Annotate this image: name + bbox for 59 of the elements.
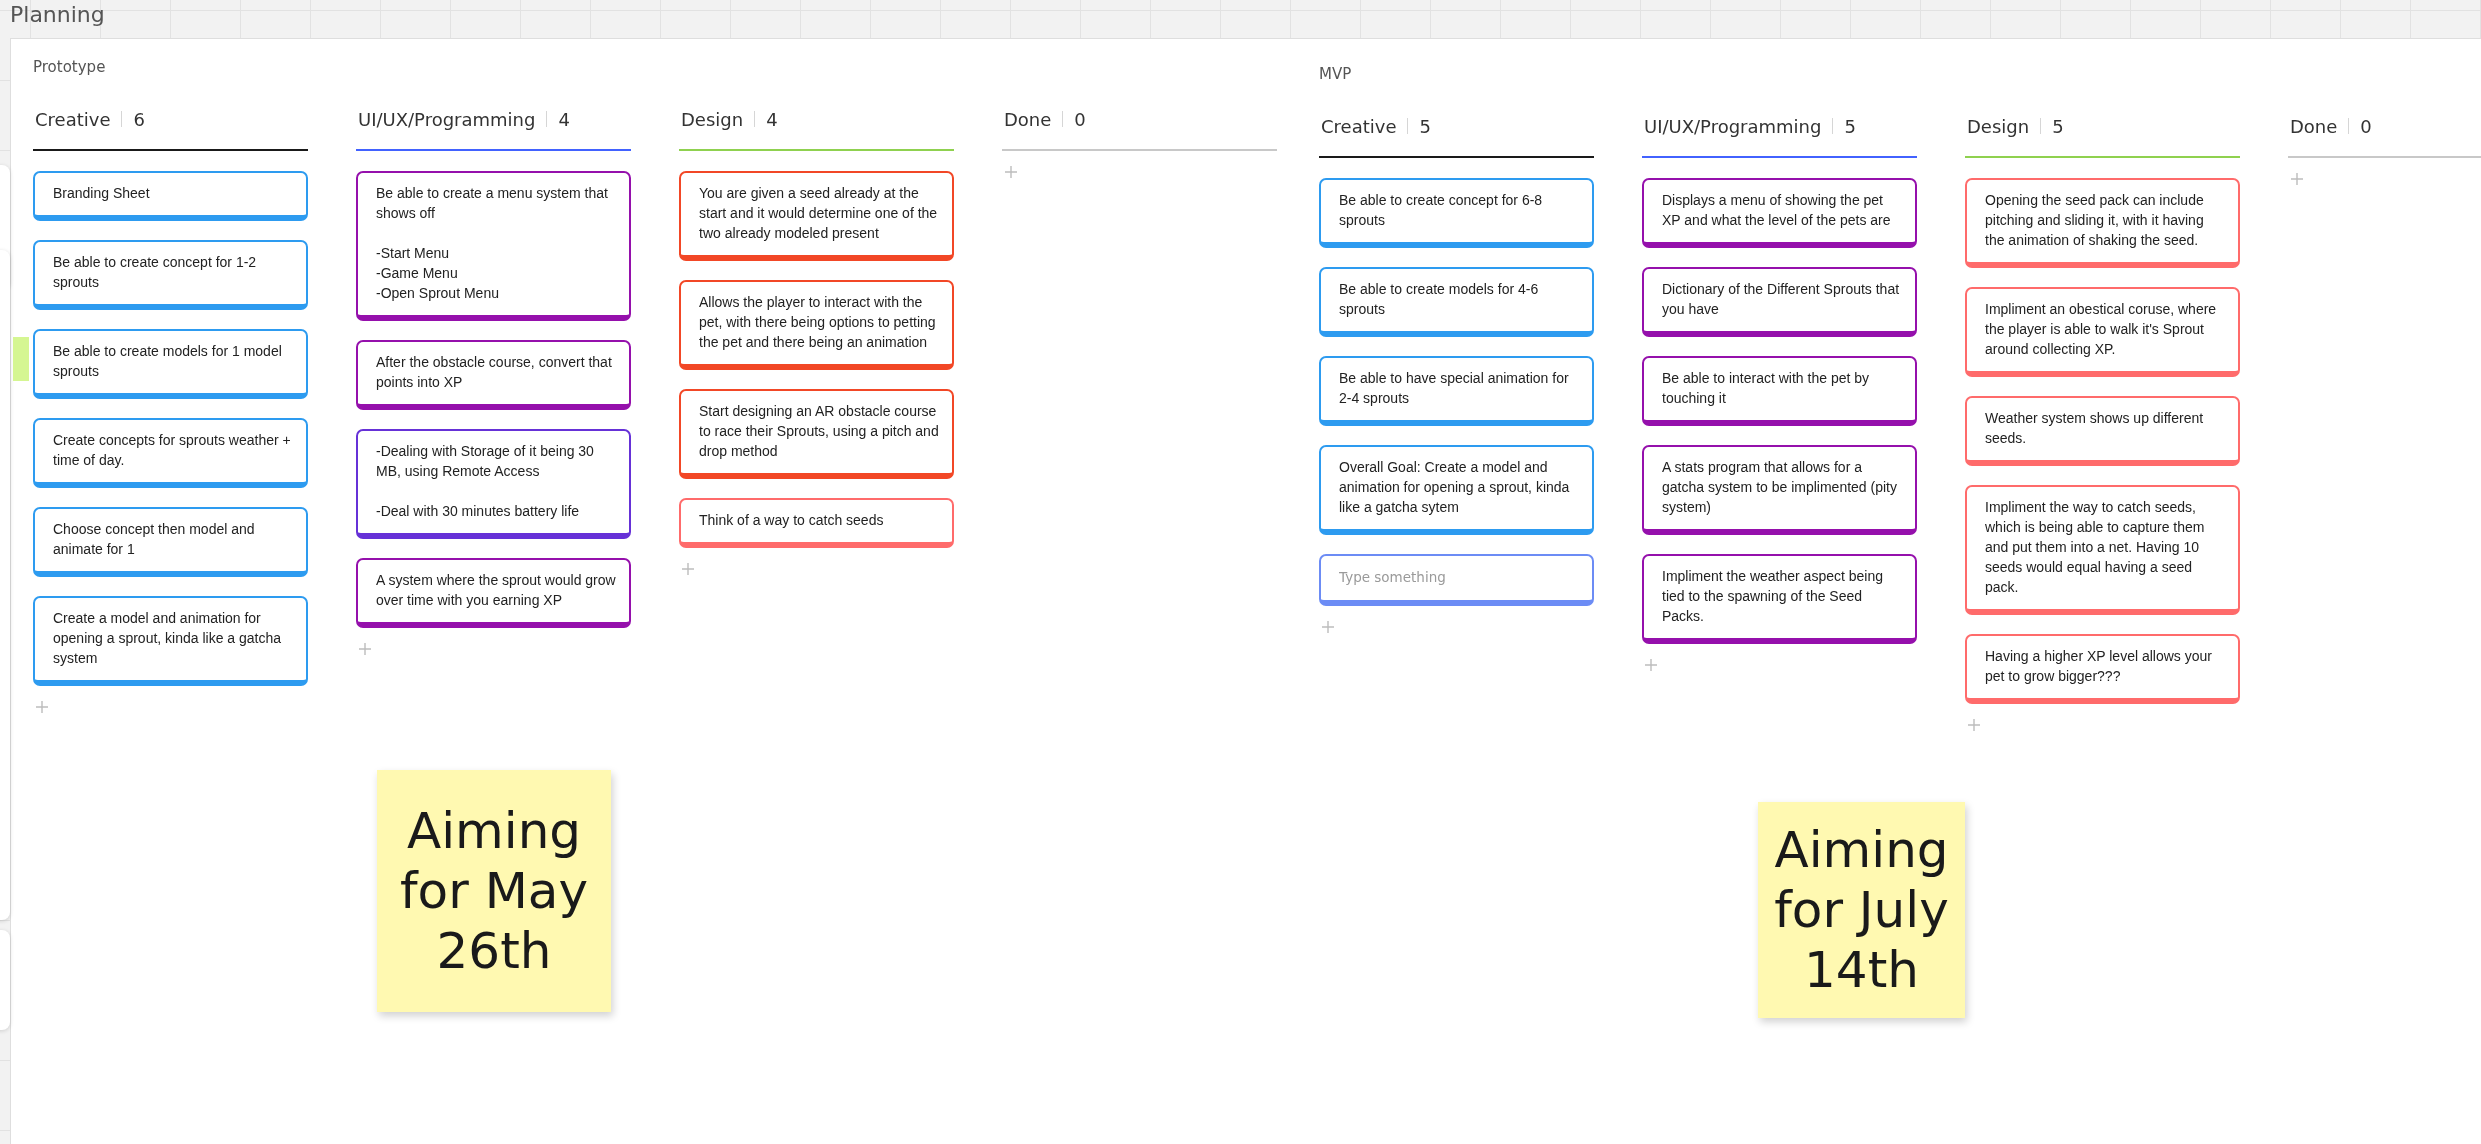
frame-title: Prototype — [33, 57, 107, 77]
task-card[interactable]: You are given a seed already at the start and it would determine one of the two already modeled present — [679, 171, 954, 261]
task-card[interactable]: Displays a menu of showing the pet XP and what the level of the pets are — [1642, 178, 1917, 248]
task-card[interactable]: Be able to create concept for 6-8 sprouts — [1319, 178, 1594, 248]
card-count: 0 — [2360, 115, 2372, 137]
card-count: 5 — [1419, 115, 1431, 137]
column-title: UI/UX/Programming — [358, 108, 536, 130]
task-input-field[interactable]: Type something — [1319, 554, 1594, 606]
add-card-icon[interactable] — [1004, 165, 1018, 179]
task-card[interactable]: Impliment the weather aspect being tied to the spawning of the Seed Packs. — [1642, 554, 1917, 644]
add-card-icon[interactable] — [1321, 620, 1335, 634]
add-card-icon[interactable] — [1644, 658, 1658, 672]
card-count: 4 — [766, 108, 778, 130]
board-title: Planning — [10, 2, 105, 27]
task-card[interactable]: Opening the seed pack can include pitching and sliding it, with it having the animation of shaking the seed. — [1965, 178, 2240, 268]
sticky-note[interactable]: Aiming for July 14th — [1758, 802, 1965, 1018]
task-card[interactable]: Dictionary of the Different Sprouts that you have — [1642, 267, 1917, 337]
task-card[interactable]: Impliment the way to catch seeds, which is being able to capture them and put them into a net. Having 10 seeds would equal having a seed pack. — [1965, 485, 2240, 615]
task-card[interactable]: Impliment an obestical coruse, where the player is able to walk it's Sprout around collecting XP. — [1965, 287, 2240, 377]
card-count: 5 — [2052, 115, 2064, 137]
task-card[interactable]: Weather system shows up different seeds. — [1965, 396, 2240, 466]
task-card[interactable]: Branding Sheet — [33, 171, 308, 221]
card-count: 0 — [1074, 108, 1086, 130]
task-card[interactable]: Start designing an AR obstacle course to race their Sprouts, using a pitch and drop method — [679, 389, 954, 479]
frame-title: MVP — [1319, 64, 1353, 84]
task-card[interactable]: Having a higher XP level allows your pet to grow bigger??? — [1965, 634, 2240, 704]
add-card-icon[interactable] — [35, 700, 49, 714]
column-title: Done — [1004, 108, 1052, 130]
column-title: Design — [1967, 115, 2030, 137]
card-count: 5 — [1844, 115, 1856, 137]
column-title: Done — [2290, 115, 2338, 137]
column-title: Design — [681, 108, 744, 130]
sticky-note[interactable]: Aiming for May 26th — [377, 770, 611, 1012]
task-card[interactable]: Be able to have special animation for 2-4 sprouts — [1319, 356, 1594, 426]
small-sticky-note[interactable] — [13, 337, 29, 381]
task-card[interactable]: Be able to create concept for 1-2 sprouts — [33, 240, 308, 310]
card-count: 4 — [558, 108, 570, 130]
task-card[interactable]: Be able to create a menu system that shows off -Start Menu -Game Menu -Open Sprout Menu — [356, 171, 631, 321]
task-card[interactable]: A system where the sprout would grow over time with you earning XP — [356, 558, 631, 628]
card-count: 6 — [133, 108, 145, 130]
add-card-icon[interactable] — [681, 562, 695, 576]
task-card[interactable]: Create concepts for sprouts weather + time of day. — [33, 418, 308, 488]
task-card[interactable]: Be able to interact with the pet by touching it — [1642, 356, 1917, 426]
task-card[interactable]: Be able to create models for 4-6 sprouts — [1319, 267, 1594, 337]
task-card[interactable]: Be able to create models for 1 model sprouts — [33, 329, 308, 399]
task-card[interactable]: Think of a way to catch seeds — [679, 498, 954, 548]
task-card[interactable]: A stats program that allows for a gatcha system to be implimented (pity system) — [1642, 445, 1917, 535]
task-card[interactable]: Create a model and animation for opening a sprout, kinda like a gatcha system — [33, 596, 308, 686]
add-card-icon[interactable] — [1967, 718, 1981, 732]
column-title: Creative — [35, 108, 111, 130]
task-card[interactable]: -Dealing with Storage of it being 30 MB, using Remote Access -Deal with 30 minutes battery life — [356, 429, 631, 539]
task-card[interactable]: Choose concept then model and animate for 1 — [33, 507, 308, 577]
add-card-icon[interactable] — [2290, 172, 2304, 186]
task-card[interactable]: After the obstacle course, convert that points into XP — [356, 340, 631, 410]
task-card[interactable]: Overall Goal: Create a model and animation for opening a sprout, kinda like a gatcha sytem — [1319, 445, 1594, 535]
column-title: Creative — [1321, 115, 1397, 137]
column-title: UI/UX/Programming — [1644, 115, 1822, 137]
task-card[interactable]: Allows the player to interact with the pet, with there being options to petting the pet and there being an animation — [679, 280, 954, 370]
add-card-icon[interactable] — [358, 642, 372, 656]
